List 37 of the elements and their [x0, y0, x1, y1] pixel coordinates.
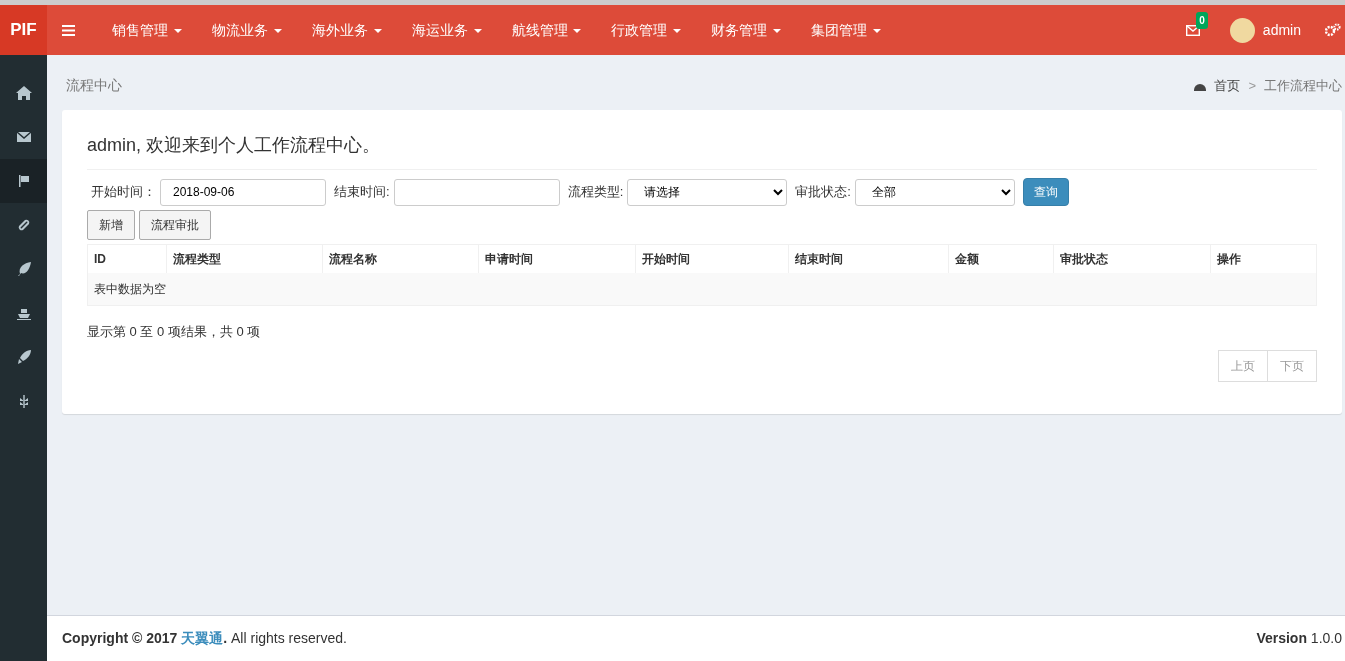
user-name[interactable]: admin — [1262, 19, 1301, 41]
menu-item[interactable]: 销售管理 — [97, 19, 197, 41]
logo[interactable]: PIF — [0, 5, 47, 55]
settings-icon[interactable] — [1325, 23, 1341, 37]
breadcrumb-link[interactable]: 首页 — [1214, 75, 1241, 96]
date-field[interactable]: 2018-09-06 — [160, 178, 326, 206]
menu-item[interactable]: 海外业务 — [296, 19, 397, 41]
dropdown-field[interactable]: 请选择 — [627, 178, 788, 206]
company-link[interactable]: 天翼通 — [181, 630, 224, 646]
breadcrumb-separator: > — [1248, 76, 1256, 95]
filter-label: 审批状态: — [795, 183, 851, 202]
menu-item[interactable]: 航线管理 — [496, 19, 597, 41]
search-button[interactable]: 查询 — [1022, 178, 1069, 206]
action-button[interactable]: 流程审批 — [139, 210, 211, 240]
sidebar-item[interactable] — [0, 159, 47, 203]
copyright-text: Copyright © 2017 天翼通. All rights reserved. — [62, 629, 347, 648]
filter-label: 流程类型: — [567, 183, 624, 202]
home-icon — [15, 85, 32, 101]
menu-item[interactable]: 行政管理 — [596, 19, 697, 41]
mail-count-badge: 0 — [1196, 12, 1208, 30]
breadcrumb-link[interactable]: 工作流程中心 — [1264, 75, 1342, 96]
menu-item[interactable]: 财务管理 — [696, 19, 797, 41]
menu-item[interactable]: 海运业务 — [396, 19, 497, 41]
filter-label: 结束时间: — [334, 183, 390, 202]
mail-icon — [15, 129, 32, 145]
menu-item[interactable]: 物流业务 — [196, 19, 297, 41]
date-field[interactable] — [393, 178, 560, 206]
version-text: Version 1.0.0 — [1256, 629, 1342, 648]
menu-icon[interactable] — [62, 24, 75, 36]
panel-title: admin, 欢迎来到个人工作流程中心。 — [87, 120, 1317, 170]
dropdown-field[interactable]: 全部 — [854, 178, 1015, 206]
avatar-icon[interactable] — [1229, 17, 1255, 43]
table-info: 显示第 0 至 0 项结果，共 0 项 — [87, 323, 262, 341]
filter-label: 开始时间： — [91, 183, 156, 202]
page-title: 流程中心 — [66, 76, 122, 95]
action-button[interactable]: 新增 — [87, 210, 135, 240]
menu-item[interactable]: 集团管理 — [796, 19, 897, 41]
